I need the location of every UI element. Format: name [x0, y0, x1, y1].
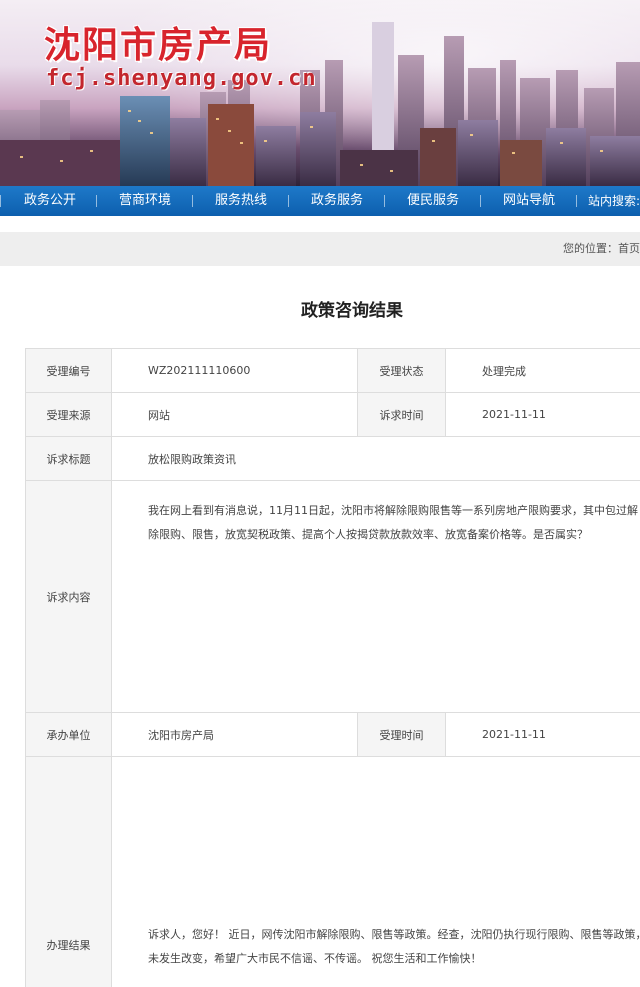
handler-value: 沈阳市房产局 [112, 713, 358, 757]
nav-separator [192, 195, 193, 207]
accept-no-value: WZ202111110600 [112, 349, 358, 393]
nav-item-site-map[interactable]: 网站导航 [503, 186, 555, 216]
result-label: 办理结果 [26, 757, 112, 987]
nav-separator [0, 195, 1, 207]
nav-separator [384, 195, 385, 207]
nav-item-business-environment[interactable]: 营商环境 [119, 186, 171, 216]
request-time-value: 2021-11-11 [446, 393, 640, 437]
result-text: 诉求人，您好！ 近日，网传沈阳市解除限购、限售等政策。经查，沈阳仍执行现行限购、… [148, 928, 640, 965]
handler-label: 承办单位 [26, 713, 112, 757]
nav-separator [480, 195, 481, 207]
nav-item-service-hotline[interactable]: 服务热线 [215, 186, 267, 216]
subject-label: 诉求标题 [26, 437, 112, 481]
breadcrumb-bar: 您的位置：首页 [0, 232, 640, 266]
content-label: 诉求内容 [26, 481, 112, 713]
status-value: 处理完成 [446, 349, 640, 393]
source-label: 受理来源 [26, 393, 112, 437]
accept-time-value: 2021-11-11 [446, 713, 640, 757]
content-cell: 我在网上看到有消息说，11月11日起，沈阳市将解除限购限售等一系列房地产限购要求… [112, 481, 640, 713]
nav-separator [576, 195, 577, 207]
site-title: 沈阳市房产局 [44, 25, 273, 66]
request-time-label: 诉求时间 [358, 393, 446, 437]
source-value: 网站 [112, 393, 358, 437]
page-title: 政策咨询结果 [301, 301, 403, 321]
main-nav: 政务公开 营商环境 服务热线 政务服务 便民服务 网站导航 站内搜索: [0, 186, 640, 216]
status-label: 受理状态 [358, 349, 446, 393]
result-cell: 诉求人，您好！ 近日，网传沈阳市解除限购、限售等政策。经查，沈阳仍执行现行限购、… [112, 757, 640, 987]
nav-item-government-affairs[interactable]: 政务公开 [24, 186, 76, 216]
site-search-label[interactable]: 站内搜索: [588, 186, 640, 216]
nav-separator [288, 195, 289, 207]
nav-item-public-services[interactable]: 便民服务 [407, 186, 459, 216]
breadcrumb: 您的位置：首页 [563, 242, 640, 255]
nav-separator [96, 195, 97, 207]
content-text: 我在网上看到有消息说，11月11日起，沈阳市将解除限购限售等一系列房地产限购要求… [148, 504, 638, 541]
site-domain: fcj.shenyang.gov.cn [46, 66, 317, 91]
nav-item-government-services[interactable]: 政务服务 [311, 186, 363, 216]
accept-time-label: 受理时间 [358, 713, 446, 757]
accept-no-label: 受理编号 [26, 349, 112, 393]
header-banner: 沈阳市房产局 fcj.shenyang.gov.cn [0, 0, 640, 186]
subject-value: 放松限购政策资讯 [112, 437, 640, 481]
result-table: 受理编号 WZ202111110600 受理状态 处理完成 受理来源 网站 诉求… [25, 348, 640, 987]
